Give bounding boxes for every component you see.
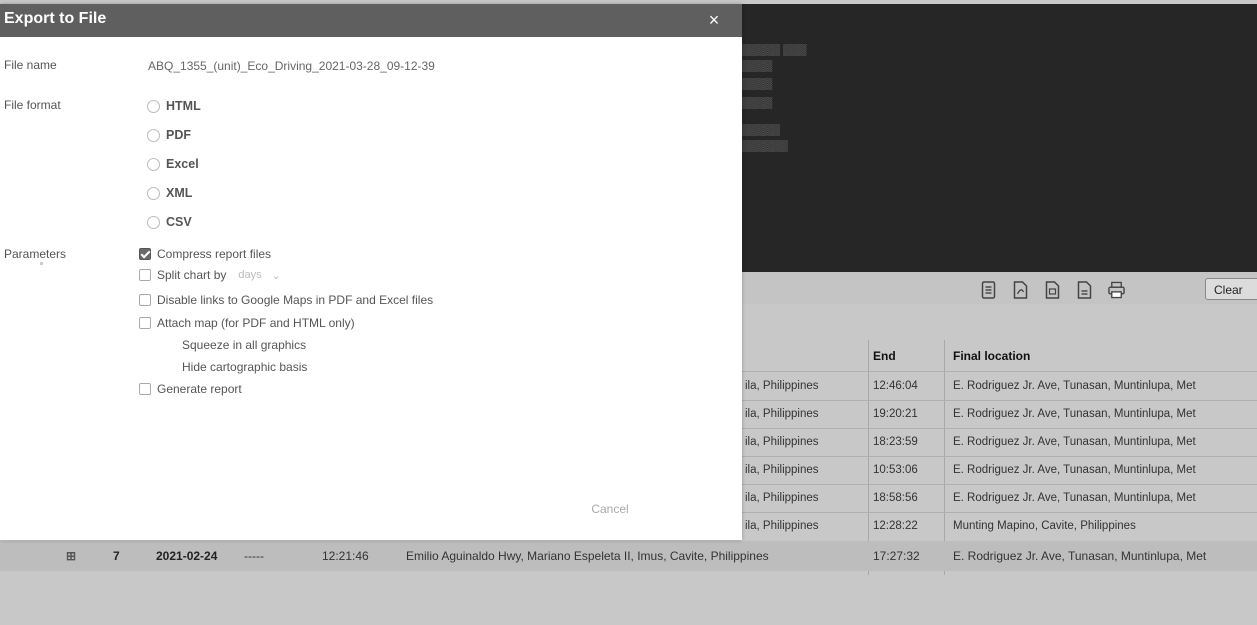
compress-option[interactable]: Compress report files — [139, 245, 271, 263]
clear-button[interactable]: Clear — [1205, 278, 1257, 300]
dialog-titlebar[interactable]: Export to File × — [0, 4, 742, 37]
table-cell-initial-location: ila, Philippines — [745, 380, 819, 392]
table-cell-end: 10:53:06 — [873, 464, 918, 476]
chevron-down-icon: ⌄ — [271, 269, 281, 282]
row-divider — [735, 428, 1257, 429]
radio-button[interactable] — [147, 215, 160, 229]
divider-dot — [40, 262, 43, 265]
row-divider — [735, 512, 1257, 513]
table-cell-initial-location: ila, Philippines — [745, 520, 819, 532]
hide-cartographic-basis-option[interactable]: Hide cartographic basis — [182, 360, 307, 374]
row-final-location: E. Rodriguez Jr. Ave, Tunasan, Muntinlup… — [953, 549, 1207, 563]
table-row[interactable]: ⊞ 7 2021-02-24 ----- 12:21:46 Emilio Agu… — [0, 541, 1257, 571]
checkbox[interactable] — [139, 269, 151, 281]
row-start-time: 12:21:46 — [322, 549, 369, 563]
table-cell-end: 19:20:21 — [873, 408, 918, 420]
column-divider — [868, 340, 869, 575]
row-divider — [735, 484, 1257, 485]
format-label: PDF — [166, 128, 191, 142]
dialog-title: Export to File — [4, 10, 107, 27]
generate-report-label: Generate report — [157, 382, 242, 396]
excel-icon[interactable] — [1039, 278, 1065, 302]
format-label: Excel — [166, 157, 199, 171]
row-number: 7 — [113, 549, 120, 563]
disable-links-option[interactable]: Disable links to Google Maps in PDF and … — [139, 291, 433, 309]
info-line: ▒▒▒▒▒ — [741, 124, 780, 136]
row-date: 2021-02-24 — [156, 549, 218, 563]
column-divider — [944, 340, 945, 575]
compress-label: Compress report files — [157, 247, 272, 261]
pdf-icon[interactable] — [1007, 278, 1033, 302]
cancel-button[interactable]: Cancel — [560, 497, 660, 521]
table-cell-end: 18:23:59 — [873, 436, 918, 448]
report-toolbar-buttons — [975, 277, 1129, 303]
row-initial-location: Emilio Aguinaldo Hwy, Mariano Espeleta I… — [406, 549, 769, 563]
table-cell-initial-location: ila, Philippines — [745, 464, 819, 476]
split-chart-select-value: days — [238, 269, 262, 281]
export-dialog: Export to File × File name File format H… — [0, 4, 742, 540]
format-option-csv[interactable]: CSV — [147, 212, 192, 232]
table-cell-end: 12:46:04 — [873, 380, 918, 392]
attach-map-option[interactable]: Attach map (for PDF and HTML only) — [139, 314, 355, 332]
expand-row-icon[interactable]: ⊞ — [66, 549, 76, 563]
format-label: CSV — [166, 215, 192, 229]
info-line: ▒▒▒▒▒▒ — [741, 140, 788, 152]
column-header-end: End — [873, 349, 896, 363]
format-option-html[interactable]: HTML — [147, 96, 201, 116]
table-cell-final-location: E. Rodriguez Jr. Ave, Tunasan, Muntinlup… — [953, 492, 1196, 504]
table-cell-initial-location: ila, Philippines — [745, 436, 819, 448]
info-line: ▒▒▒▒ — [741, 78, 773, 90]
split-chart-label: Split chart by — [157, 268, 227, 282]
info-line: ▒▒▒▒ — [741, 97, 773, 109]
table-cell-end: 12:28:22 — [873, 520, 918, 532]
checkbox-checked[interactable] — [139, 248, 151, 260]
generate-report-option[interactable]: Generate report — [139, 380, 242, 398]
table-cell-initial-location: ila, Philippines — [745, 492, 819, 504]
row-divider — [735, 456, 1257, 457]
format-option-xml[interactable]: XML — [147, 183, 192, 203]
table-cell-final-location: E. Rodriguez Jr. Ave, Tunasan, Muntinlup… — [953, 380, 1196, 392]
table-cell-end: 18:58:56 — [873, 492, 918, 504]
format-label: XML — [166, 186, 193, 200]
parameters-label: Parameters — [4, 247, 67, 261]
file-name-input[interactable] — [148, 56, 708, 76]
info-line: ▒▒▒▒ — [741, 60, 773, 72]
print-icon[interactable] — [1103, 278, 1129, 302]
column-header-final-location: Final location — [953, 349, 1031, 363]
radio-button[interactable] — [147, 99, 160, 113]
checkbox[interactable] — [139, 317, 151, 329]
radio-button[interactable] — [147, 128, 160, 142]
map-info-panel: ▒▒▒▒▒ ▒▒▒ ▒▒▒▒ ▒▒▒▒ ▒▒▒▒ ▒▒▒▒▒ ▒▒▒▒▒▒ — [735, 4, 1257, 272]
table-cell-final-location: Munting Mapino, Cavite, Philippines — [953, 520, 1136, 532]
list-icon[interactable] — [975, 278, 1001, 302]
squeeze-graphics-option[interactable]: Squeeze in all graphics — [182, 338, 306, 352]
row-end-time: 17:27:32 — [873, 549, 920, 563]
table-cell-final-location: E. Rodriguez Jr. Ave, Tunasan, Muntinlup… — [953, 436, 1196, 448]
row-divider — [735, 371, 1257, 372]
radio-button[interactable] — [147, 157, 160, 171]
row-divider — [735, 400, 1257, 401]
table-cell-final-location: E. Rodriguez Jr. Ave, Tunasan, Muntinlup… — [953, 408, 1196, 420]
row-dash: ----- — [244, 549, 264, 563]
table-cell-final-location: E. Rodriguez Jr. Ave, Tunasan, Muntinlup… — [953, 464, 1196, 476]
export-icon[interactable] — [1071, 278, 1097, 302]
disable-links-label: Disable links to Google Maps in PDF and … — [157, 293, 434, 307]
info-line: ▒▒▒▒▒ ▒▒▒ — [741, 44, 807, 56]
table-cell-initial-location: ila, Philippines — [745, 408, 819, 420]
format-option-pdf[interactable]: PDF — [147, 125, 191, 145]
radio-button[interactable] — [147, 186, 160, 200]
file-format-label: File format — [4, 98, 61, 112]
checkbox[interactable] — [139, 294, 151, 306]
checkbox[interactable] — [139, 383, 151, 395]
file-name-label: File name — [4, 58, 57, 72]
attach-map-label: Attach map (for PDF and HTML only) — [157, 316, 355, 330]
close-icon[interactable]: × — [702, 9, 726, 31]
split-chart-option[interactable]: Split chart by days ⌄ — [139, 266, 281, 284]
split-chart-select[interactable]: days ⌄ — [238, 269, 280, 282]
format-label: HTML — [166, 99, 201, 113]
format-option-excel[interactable]: Excel — [147, 154, 199, 174]
